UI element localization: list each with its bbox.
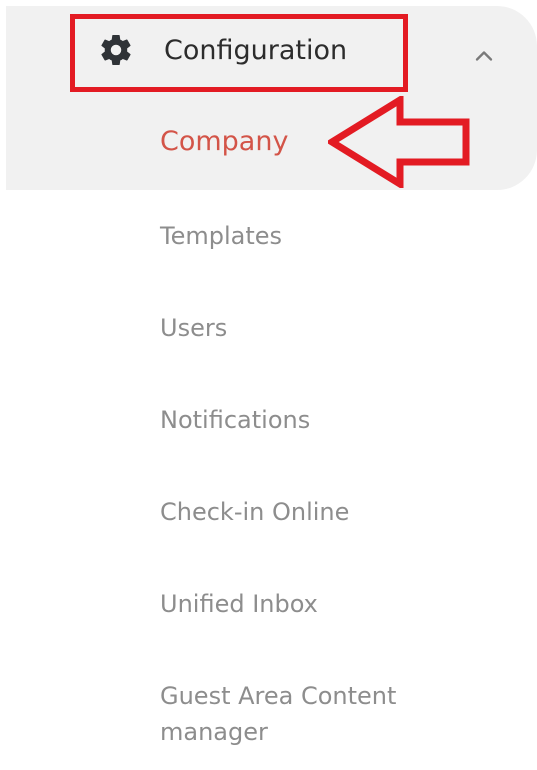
menu-item-users[interactable]: Users: [160, 310, 227, 346]
annotation-arrow-icon: [328, 96, 470, 188]
menu-item-unified-inbox[interactable]: Unified Inbox: [160, 586, 318, 622]
annotation-highlight-box: [70, 14, 408, 92]
menu-item-guest-area-content-manager[interactable]: Guest Area Content manager: [160, 678, 460, 750]
menu-item-notifications[interactable]: Notifications: [160, 402, 310, 438]
chevron-up-icon[interactable]: [470, 42, 498, 70]
menu-item-templates[interactable]: Templates: [160, 218, 282, 254]
menu-item-check-in-online[interactable]: Check-in Online: [160, 494, 349, 530]
menu-item-company[interactable]: Company: [160, 124, 288, 160]
